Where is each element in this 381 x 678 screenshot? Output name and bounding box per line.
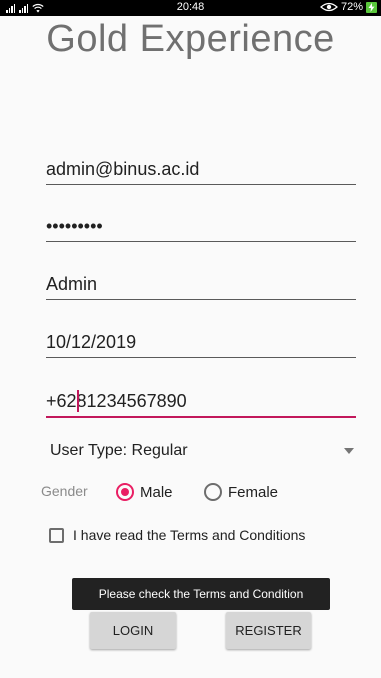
toast-message: Please check the Terms and Condition (72, 578, 330, 610)
text-cursor (77, 390, 79, 412)
user-type-value: User Type: Regular (50, 442, 188, 459)
dropdown-arrow-icon (344, 448, 354, 454)
terms-label: I have read the Terms and Conditions (73, 527, 306, 543)
status-bar: 20:48 72% (0, 0, 381, 16)
register-button[interactable]: REGISTER (226, 612, 311, 649)
gender-female-label: Female (228, 483, 279, 501)
gender-radio-male[interactable]: Male (116, 480, 173, 504)
battery-percent: 72% (340, 1, 363, 13)
terms-checkbox-row[interactable]: I have read the Terms and Conditions (49, 525, 305, 545)
app-title: Gold Experience (46, 18, 335, 60)
gender-label: Gender (41, 483, 88, 499)
eye-icon (320, 2, 338, 12)
gender-radio-female[interactable]: Female (204, 480, 278, 504)
gender-group: Gender Male Female (41, 480, 351, 504)
status-right: 72% (320, 1, 377, 13)
radio-checked-icon (116, 483, 134, 501)
login-button[interactable]: LOGIN (90, 612, 176, 649)
name-input[interactable] (46, 269, 356, 299)
email-input[interactable] (46, 154, 356, 184)
password-field-container (46, 211, 356, 242)
user-type-spinner[interactable]: User Type: Regular (46, 440, 358, 464)
terms-checkbox[interactable] (49, 527, 64, 543)
radio-unchecked-icon (204, 483, 222, 501)
phone-input[interactable] (46, 386, 356, 416)
battery-charging-icon (366, 1, 377, 13)
name-field-container (46, 269, 356, 300)
password-input[interactable] (46, 211, 356, 241)
gender-male-label: Male (140, 483, 173, 501)
date-input[interactable] (46, 327, 356, 357)
phone-field-container (46, 386, 356, 418)
date-field-container (46, 327, 356, 358)
email-field-container (46, 154, 356, 185)
